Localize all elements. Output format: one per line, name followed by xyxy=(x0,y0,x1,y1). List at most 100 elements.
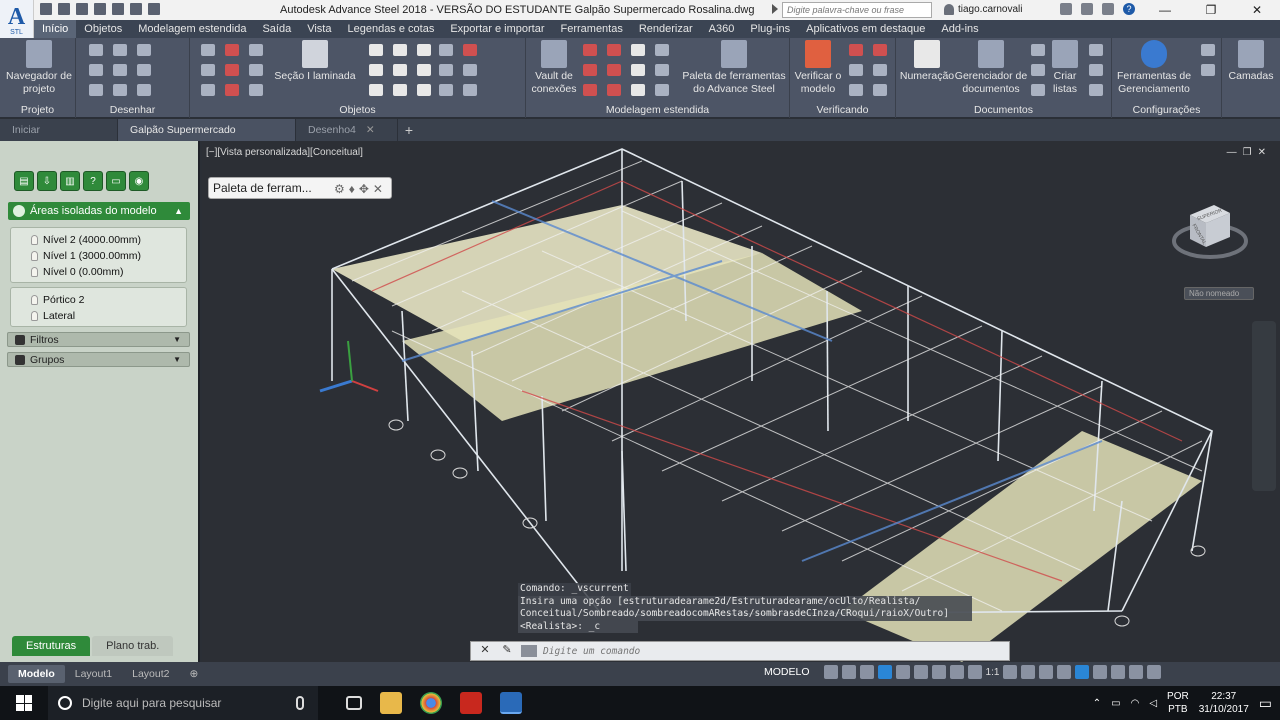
numbering-button[interactable]: Numeração xyxy=(898,40,956,83)
grid-icon[interactable] xyxy=(201,84,215,96)
structure-icon[interactable]: ▤ xyxy=(14,171,34,191)
bulb-icon[interactable] xyxy=(31,311,38,321)
plate-cut-icon[interactable] xyxy=(369,64,383,76)
help-icon[interactable]: ? xyxy=(1123,3,1135,15)
frame-icon[interactable] xyxy=(607,44,621,56)
model-viewport[interactable]: [−][Vista personalizada][Conceitual] —❐✕… xyxy=(202,141,1280,662)
ribbon-tab-renderizar[interactable]: Renderizar xyxy=(631,20,701,38)
check-icon[interactable] xyxy=(849,84,863,96)
move-icon[interactable] xyxy=(137,64,151,76)
check-model-button[interactable]: Verificar o modelo xyxy=(792,40,844,96)
frame-item[interactable]: Pórtico 2 xyxy=(11,292,186,308)
document-manager-button[interactable]: Gerenciador de documentos xyxy=(954,40,1028,96)
hardware-icon[interactable] xyxy=(1075,665,1090,679)
purlin-icon[interactable] xyxy=(607,64,621,76)
audit-icon[interactable] xyxy=(873,44,887,56)
column-icon[interactable] xyxy=(655,64,669,76)
print-icon[interactable] xyxy=(112,3,124,15)
volume-icon[interactable]: ◁ xyxy=(1149,698,1157,709)
level-item[interactable]: Nível 1 (3000.00mm) xyxy=(11,248,186,264)
search-expand-icon[interactable] xyxy=(772,4,778,14)
level-item[interactable]: Nível 2 (4000.00mm) xyxy=(11,232,186,248)
tab-layout1[interactable]: Layout1 xyxy=(65,665,122,683)
bolt-icon[interactable] xyxy=(249,44,263,56)
battery-icon[interactable]: ▭ xyxy=(1111,698,1120,709)
dxf-icon[interactable] xyxy=(1089,64,1103,76)
wrench-icon[interactable]: ✎ xyxy=(499,643,515,659)
plate-fold-icon[interactable] xyxy=(417,44,431,56)
close-tab-icon[interactable]: ✕ xyxy=(366,124,375,136)
plate-poly-icon[interactable] xyxy=(393,44,407,56)
tab-model[interactable]: Modelo xyxy=(8,665,65,683)
prompt-icon[interactable] xyxy=(521,645,537,657)
report-icon[interactable] xyxy=(873,64,887,76)
plate-join-icon[interactable] xyxy=(417,64,431,76)
special-part-icon[interactable] xyxy=(439,84,453,96)
otrack-icon[interactable] xyxy=(913,665,928,679)
clean-screen-icon[interactable] xyxy=(1111,665,1126,679)
chrome-icon[interactable] xyxy=(420,692,442,714)
minimize-button[interactable]: — xyxy=(1142,0,1188,20)
plate-corner-icon[interactable] xyxy=(393,84,407,96)
anchor-icon[interactable] xyxy=(249,64,263,76)
tab-galpao[interactable]: Galpão Supermercado Rosalina*✕ xyxy=(118,119,296,158)
annotation-scale[interactable]: 1:1 xyxy=(986,667,1000,678)
joint-icon[interactable] xyxy=(583,44,597,56)
plate-shrink-icon[interactable] xyxy=(369,84,383,96)
ribbon-tab-objetos[interactable]: Objetos xyxy=(76,20,130,38)
undo-icon[interactable] xyxy=(130,3,142,15)
ribbon-tab-ferramentas[interactable]: Ferramentas xyxy=(553,20,631,38)
performance-icon[interactable] xyxy=(1093,665,1108,679)
level-item[interactable]: Nível 0 (0.00mm) xyxy=(11,264,186,280)
snap-icon[interactable] xyxy=(841,665,856,679)
arc-icon[interactable] xyxy=(137,44,151,56)
filters-section[interactable]: Filtros ▼ xyxy=(7,332,190,347)
layers-button[interactable]: Camadas xyxy=(1226,40,1276,83)
grid-icon[interactable] xyxy=(823,665,838,679)
add-layout-button[interactable]: ⊕ xyxy=(180,665,209,683)
tab-plano-trab[interactable]: Plano trab. xyxy=(92,636,174,656)
tab-layout2[interactable]: Layout2 xyxy=(122,665,179,683)
new-tab-button[interactable]: + xyxy=(398,122,420,138)
ribbon-tab-modelagem-estendida[interactable]: Modelagem estendida xyxy=(130,20,254,38)
restore-button[interactable]: ❐ xyxy=(1188,0,1234,20)
ribbon-tab-exportar-e-importar[interactable]: Exportar e importar xyxy=(442,20,552,38)
viewport-controls-label[interactable]: [−][Vista personalizada][Conceitual] xyxy=(206,147,363,158)
connection-vault-button[interactable]: Vault de conexões xyxy=(530,40,578,96)
spline-icon[interactable] xyxy=(89,64,103,76)
ribbon-tab-início[interactable]: Início xyxy=(34,20,77,38)
plus-icon[interactable] xyxy=(1021,665,1036,679)
isolated-areas-header[interactable]: Áreas isoladas do modelo ▲ xyxy=(8,202,190,220)
nc-icon[interactable] xyxy=(1089,44,1103,56)
hole-icon[interactable] xyxy=(225,84,239,96)
beam-icon[interactable] xyxy=(201,44,215,56)
tool-icon[interactable] xyxy=(655,44,669,56)
tab-iniciar[interactable]: Iniciar xyxy=(0,119,118,141)
folder-icon[interactable]: ▭ xyxy=(106,171,126,191)
file-explorer-icon[interactable] xyxy=(380,692,402,714)
ortho-icon[interactable] xyxy=(859,665,874,679)
ladder-icon[interactable] xyxy=(655,84,669,96)
roof-icon[interactable] xyxy=(631,64,645,76)
rail-icon[interactable] xyxy=(607,84,621,96)
cut-icon[interactable] xyxy=(249,84,263,96)
language-indicator[interactable]: POR PTB xyxy=(1167,690,1189,716)
connection-object-icon[interactable] xyxy=(463,84,477,96)
groups-section[interactable]: Grupos ▼ xyxy=(7,352,190,367)
help-icon[interactable]: ? xyxy=(83,171,103,191)
weld-icon[interactable] xyxy=(225,64,239,76)
bulb-icon[interactable] xyxy=(31,295,38,305)
app-menu-button[interactable]: A STL xyxy=(0,0,34,40)
command-input[interactable] xyxy=(543,645,983,657)
ucs-icon[interactable] xyxy=(931,665,946,679)
weld-point-icon[interactable] xyxy=(463,64,477,76)
wifi-icon[interactable]: ◠ xyxy=(1131,698,1140,709)
task-view-icon[interactable] xyxy=(346,696,362,710)
bulb-icon[interactable] xyxy=(31,267,38,277)
advance-steel-taskbar-icon[interactable] xyxy=(500,692,522,714)
tool-palette-window[interactable]: Paleta de ferram... ⚙♦✥✕ xyxy=(208,177,392,199)
ribbon-tab-legendas-e-cotas[interactable]: Legendas e cotas xyxy=(339,20,442,38)
tool-palette-button[interactable]: Paleta de ferramentas do Advance Steel xyxy=(682,40,786,96)
alert-icon[interactable] xyxy=(1102,3,1114,15)
management-tools-button[interactable]: Ferramentas de Gerenciamento xyxy=(1114,40,1194,96)
